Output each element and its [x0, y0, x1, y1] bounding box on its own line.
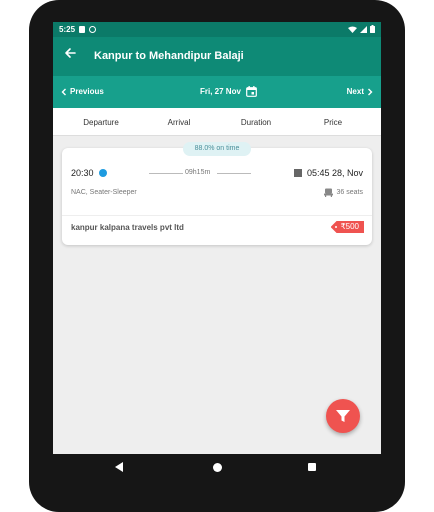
departure-dot-icon	[98, 169, 107, 177]
next-label: Next	[346, 87, 364, 96]
selected-date: Fri, 27 Nov	[200, 87, 241, 96]
system-navigation-bar	[53, 454, 381, 482]
bus-type: NAC, Seater-Sleeper	[71, 189, 137, 196]
arrival: 05:45 28, Nov	[293, 168, 363, 178]
back-button[interactable]	[61, 44, 79, 62]
sort-bar: Departure Arrival Duration Price	[53, 108, 381, 136]
previous-label: Previous	[70, 87, 104, 96]
app-bar: Kanpur to Mehandipur Balaji	[53, 37, 381, 76]
nav-recents-icon[interactable]	[308, 463, 316, 471]
sort-departure[interactable]: Departure	[83, 118, 119, 127]
departure-time: 20:30	[71, 168, 94, 178]
divider	[62, 215, 372, 216]
calendar-icon	[246, 86, 257, 97]
seat-icon	[323, 188, 333, 197]
arrival-time: 05:45 28, Nov	[306, 168, 363, 178]
duration-line-right	[217, 173, 251, 174]
price-tag: ₹500	[330, 221, 364, 233]
sync-icon	[89, 26, 97, 33]
notification-icon	[79, 26, 86, 33]
sort-arrival[interactable]: Arrival	[168, 118, 191, 127]
app-screen: 5:25 Kanpur to Mehandipur Balaji Previou…	[53, 22, 381, 454]
operator-name: kanpur kalpana travels pvt ltd	[71, 223, 184, 232]
seats-count: 36 seats	[336, 189, 363, 196]
arrival-square-icon	[293, 169, 302, 177]
filter-button[interactable]	[326, 399, 360, 433]
nav-back-icon[interactable]	[115, 462, 124, 472]
page-title: Kanpur to Mehandipur Balaji	[94, 50, 244, 62]
signal-icon	[360, 25, 367, 33]
seats-available: 36 seats	[323, 188, 363, 197]
status-time: 5:25	[59, 25, 76, 34]
arrow-left-icon	[65, 48, 76, 58]
nav-home-icon[interactable]	[213, 463, 222, 472]
date-picker[interactable]: Fri, 27 Nov	[200, 86, 257, 97]
chevron-left-icon	[61, 88, 66, 95]
sort-duration[interactable]: Duration	[241, 118, 271, 127]
on-time-badge: 88.0% on time	[183, 142, 251, 156]
chevron-right-icon	[368, 88, 373, 95]
status-bar: 5:25	[53, 22, 381, 37]
duration-line-left	[149, 173, 183, 174]
departure: 20:30	[71, 168, 107, 178]
previous-day-button[interactable]: Previous	[61, 87, 104, 96]
date-navigation-bar: Previous Fri, 27 Nov Next	[53, 76, 381, 108]
journey-duration: 09h15m	[185, 169, 211, 176]
filter-icon	[336, 410, 350, 422]
next-day-button[interactable]: Next	[347, 87, 373, 96]
wifi-icon	[348, 26, 357, 33]
sort-price[interactable]: Price	[324, 118, 342, 127]
battery-icon	[370, 25, 375, 33]
bus-result-card[interactable]: 88.0% on time 20:30 09h15m 05:45 28, Nov…	[62, 142, 372, 245]
